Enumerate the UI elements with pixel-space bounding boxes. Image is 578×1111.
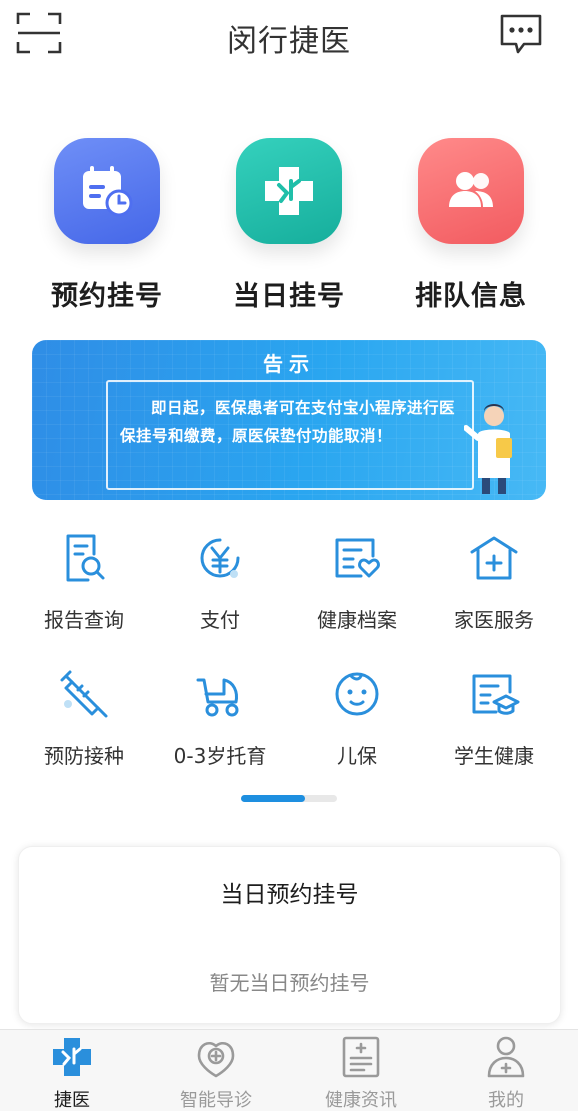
appointment-label: 预约挂号 bbox=[51, 281, 163, 312]
service-student-health[interactable]: 学生健康 bbox=[424, 668, 564, 769]
card-title: 当日预约挂号 bbox=[220, 882, 359, 908]
profile-icon bbox=[487, 1036, 525, 1078]
student-health-icon bbox=[472, 674, 520, 715]
tab-profile[interactable]: 我的 bbox=[436, 1034, 576, 1111]
today-appointment-card: 当日预约挂号 暂无当日预约挂号 bbox=[18, 846, 561, 1024]
page-indicator-active bbox=[241, 795, 305, 802]
stroller-icon bbox=[196, 678, 239, 717]
health-news-icon bbox=[342, 1036, 380, 1078]
service-report-query[interactable]: 报告查询 bbox=[14, 532, 154, 633]
appointment-button[interactable]: 预约挂号 bbox=[32, 138, 182, 313]
same-day-register-label: 当日挂号 bbox=[233, 281, 345, 312]
medical-cross-icon bbox=[236, 138, 342, 244]
service-child-care[interactable]: 儿保 bbox=[287, 668, 427, 769]
yuan-pay-icon bbox=[200, 538, 240, 578]
tab-jieyi[interactable]: 捷医 bbox=[2, 1034, 142, 1111]
queue-info-button[interactable]: 排队信息 bbox=[396, 138, 546, 313]
same-day-register-button[interactable]: 当日挂号 bbox=[214, 138, 364, 313]
notice-frame: 即日起，医保患者可在支付宝小程序进行医保挂号和缴费，原医保垫付功能取消！ bbox=[106, 380, 474, 490]
notice-title: 告示 bbox=[263, 352, 315, 376]
tab-health-news[interactable]: 健康资讯 bbox=[291, 1034, 431, 1111]
vaccine-syringe-icon bbox=[60, 670, 108, 718]
message-icon[interactable] bbox=[498, 12, 544, 58]
tab-smart-guide[interactable]: 智能导诊 bbox=[146, 1034, 286, 1111]
service-vaccination[interactable]: 预防接种 bbox=[14, 668, 154, 769]
jieyi-icon bbox=[53, 1038, 91, 1076]
queue-info-label: 排队信息 bbox=[415, 281, 527, 312]
page-title: 闵行捷医 bbox=[227, 24, 351, 59]
quick-actions: 预约挂号 当日挂号 排队信息 bbox=[0, 138, 578, 318]
health-record-icon bbox=[335, 538, 380, 578]
doctor-illustration-icon bbox=[464, 404, 512, 494]
notice-text: 即日起，医保患者可在支付宝小程序进行医保挂号和缴费，原医保垫付功能取消！ bbox=[120, 399, 456, 445]
family-doctor-icon bbox=[470, 536, 518, 580]
service-family-doctor[interactable]: 家医服务 bbox=[424, 532, 564, 633]
header: 闵行捷医 bbox=[0, 0, 578, 72]
bottom-tab-bar: 捷医 智能导诊 健康资讯 我的 bbox=[0, 1029, 578, 1111]
report-search-icon bbox=[66, 534, 105, 582]
calendar-clock-icon bbox=[54, 138, 160, 244]
users-icon bbox=[418, 138, 524, 244]
service-health-record[interactable]: 健康档案 bbox=[287, 532, 427, 633]
notice-banner[interactable]: 告示 即日起，医保患者可在支付宝小程序进行医保挂号和缴费，原医保垫付功能取消！ bbox=[32, 340, 546, 500]
service-pay[interactable]: 支付 bbox=[150, 532, 290, 633]
baby-face-icon bbox=[335, 672, 379, 716]
service-childcare[interactable]: 0-3岁托育 bbox=[150, 668, 290, 769]
card-empty-text: 暂无当日预约挂号 bbox=[209, 971, 370, 995]
page-indicator bbox=[241, 795, 337, 802]
smart-guide-icon bbox=[197, 1042, 235, 1078]
